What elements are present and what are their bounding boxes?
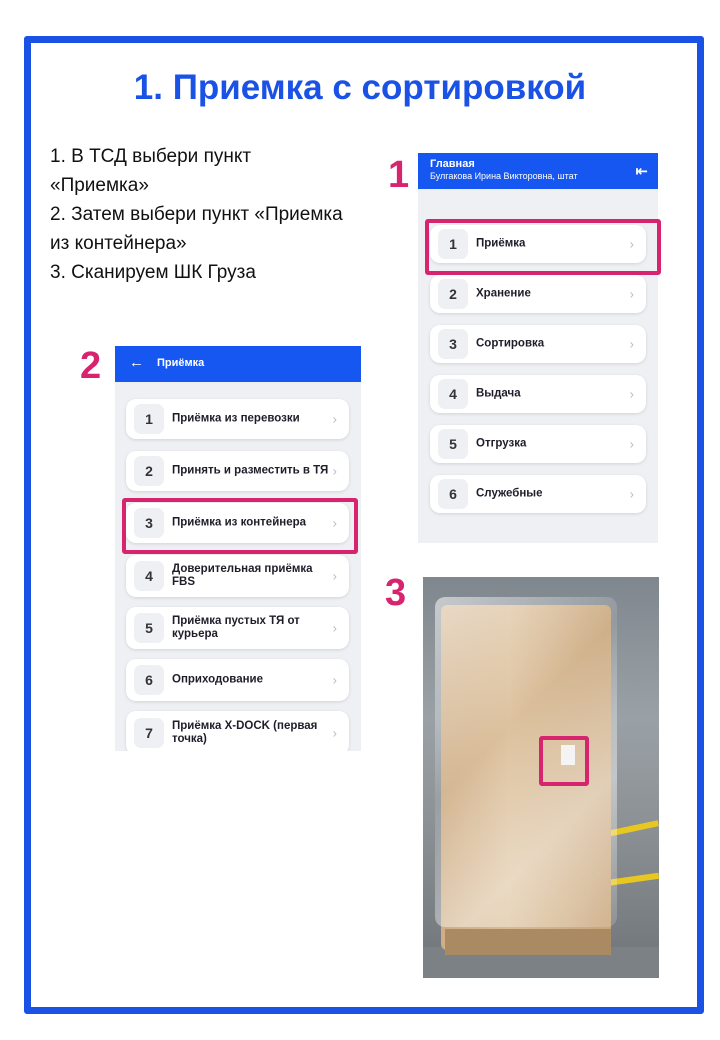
item-number: 2 bbox=[438, 279, 468, 309]
item-label: Хранение bbox=[476, 287, 531, 300]
submenu-item[interactable]: 2 Принять и разместить в ТЯ › bbox=[126, 451, 349, 491]
item-label: Приёмка пустых ТЯ от курьера bbox=[172, 615, 300, 640]
item-number: 5 bbox=[134, 613, 164, 643]
logout-icon[interactable]: ⇤ bbox=[635, 162, 648, 180]
header-title: Главная bbox=[430, 158, 475, 170]
submenu-item[interactable]: 1 Приёмка из перевозки › bbox=[126, 399, 349, 439]
chevron-right-icon: › bbox=[332, 725, 337, 741]
item-label: Оприходование bbox=[172, 673, 264, 686]
pallet-base bbox=[445, 929, 611, 955]
marker-3: 3 bbox=[385, 572, 407, 614]
submenu-item[interactable]: 6 Оприходование › bbox=[126, 659, 349, 701]
stretch-film bbox=[435, 597, 617, 927]
marker-2: 2 bbox=[80, 345, 102, 387]
item-number: 6 bbox=[134, 665, 164, 695]
item-label: Принять и разместить в ТЯ bbox=[172, 464, 329, 477]
item-number: 3 bbox=[438, 329, 468, 359]
chevron-right-icon: › bbox=[629, 486, 634, 502]
chevron-right-icon: › bbox=[332, 568, 337, 584]
item-number: 7 bbox=[134, 718, 164, 748]
item-number: 6 bbox=[438, 479, 468, 509]
instruction-line: из контейнера» bbox=[50, 233, 187, 254]
item-number: 1 bbox=[134, 404, 164, 434]
header-user: Булгакова Ирина Викторовна, штат bbox=[430, 171, 578, 181]
instructions: 1. В ТСД выбери пункт «Приемка» 2. Затем… bbox=[50, 142, 400, 287]
item-label: Выдача bbox=[476, 387, 521, 400]
chevron-right-icon: › bbox=[629, 436, 634, 452]
item-label: Доверительная приёмка FBS bbox=[172, 563, 313, 588]
instruction-line: 1. В ТСД выбери пункт bbox=[50, 146, 252, 167]
submenu-item[interactable]: 7 Приёмка X-DOCK (первая точка) › bbox=[126, 711, 349, 751]
instruction-line: 3. Сканируем ШК Груза bbox=[50, 262, 256, 283]
menu-item-sluzhebnye[interactable]: 6 Служебные › bbox=[430, 475, 646, 513]
chevron-right-icon: › bbox=[332, 411, 337, 427]
item-number: 5 bbox=[438, 429, 468, 459]
slide-title: 1. Приемка с сортировкой bbox=[133, 68, 587, 107]
chevron-right-icon: › bbox=[332, 620, 337, 636]
highlight-container-item bbox=[122, 498, 358, 554]
item-label: Приёмка X-DOCK (первая точка) bbox=[172, 720, 318, 745]
chevron-right-icon: › bbox=[629, 336, 634, 352]
item-number: 2 bbox=[134, 456, 164, 486]
item-number: 4 bbox=[438, 379, 468, 409]
item-label: Служебные bbox=[476, 487, 543, 500]
header-title: Приёмка bbox=[157, 357, 205, 369]
submenu-item[interactable]: 5 Приёмка пустых ТЯ от курьера › bbox=[126, 607, 349, 649]
main-menu-header: Главная Булгакова Ирина Викторовна, штат… bbox=[418, 153, 658, 189]
menu-item-hranenie[interactable]: 2 Хранение › bbox=[430, 275, 646, 313]
marker-1: 1 bbox=[388, 154, 410, 196]
chevron-right-icon: › bbox=[332, 463, 337, 479]
item-label: Отгрузка bbox=[476, 437, 527, 450]
submenu-item[interactable]: 4 Доверительная приёмка FBS › bbox=[126, 555, 349, 597]
highlight-priemka bbox=[425, 219, 661, 275]
item-number: 4 bbox=[134, 561, 164, 591]
chevron-right-icon: › bbox=[629, 386, 634, 402]
item-label: Сортировка bbox=[476, 337, 545, 350]
menu-item-sortirovka[interactable]: 3 Сортировка › bbox=[430, 325, 646, 363]
menu-item-otgruzka[interactable]: 5 Отгрузка › bbox=[430, 425, 646, 463]
priemka-header: ← Приёмка bbox=[115, 346, 361, 382]
instruction-line: «Приемка» bbox=[50, 175, 149, 196]
back-arrow-icon[interactable]: ← bbox=[129, 354, 144, 371]
highlight-barcode bbox=[539, 736, 589, 786]
chevron-right-icon: › bbox=[332, 672, 337, 688]
menu-item-vydacha[interactable]: 4 Выдача › bbox=[430, 375, 646, 413]
tsd-main-menu-screen: Главная Булгакова Ирина Викторовна, штат… bbox=[418, 153, 658, 543]
instruction-line: 2. Затем выбери пункт «Приемка bbox=[50, 204, 343, 225]
chevron-right-icon: › bbox=[629, 286, 634, 302]
item-label: Приёмка из перевозки bbox=[172, 412, 300, 425]
